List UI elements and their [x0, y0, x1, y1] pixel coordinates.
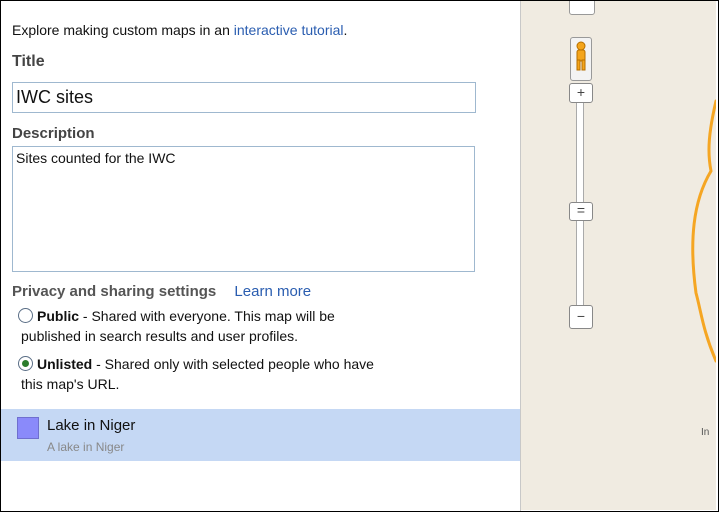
pan-control[interactable] — [569, 1, 595, 15]
learn-more-link[interactable]: Learn more — [234, 283, 311, 300]
intro-prefix: Explore making custom maps in an — [12, 22, 234, 38]
description-textarea[interactable]: Sites counted for the IWC — [12, 146, 475, 272]
layer-description: A lake in Niger — [47, 440, 125, 454]
title-label: Title — [12, 53, 45, 70]
layer-list-item[interactable]: Lake in Niger A lake in Niger — [1, 409, 520, 461]
map-place-label: In — [701, 427, 710, 438]
description-label: Description — [12, 125, 95, 142]
public-title: Public — [37, 308, 80, 324]
pegman-figure-icon — [576, 41, 586, 71]
tutorial-link[interactable]: interactive tutorial — [234, 22, 344, 38]
map-route — [691, 99, 716, 363]
privacy-settings-header: Privacy and sharing settings Learn more — [12, 283, 311, 300]
unlisted-line2: this map's URL. — [21, 376, 120, 392]
public-line1: - Shared with everyone. This map will be — [79, 308, 335, 324]
public-radio[interactable] — [18, 308, 33, 323]
unlisted-line1: - Shared only with selected people who h… — [92, 356, 374, 372]
zoom-in-button[interactable]: + — [569, 83, 593, 103]
privacy-option-public[interactable]: Public - Shared with everyone. This map … — [18, 306, 488, 346]
unlisted-radio[interactable] — [18, 356, 33, 371]
public-line2: published in search results and user pro… — [21, 328, 299, 344]
title-input[interactable]: IWC sites — [12, 82, 476, 113]
layer-color-swatch[interactable] — [17, 417, 39, 439]
unlisted-title: Unlisted — [37, 356, 93, 372]
zoom-out-button[interactable]: − — [569, 305, 593, 329]
intro-suffix: . — [343, 22, 348, 38]
privacy-label: Privacy and sharing settings — [12, 283, 217, 300]
intro-text: Explore making custom maps in an interac… — [12, 22, 347, 38]
layer-name[interactable]: Lake in Niger — [47, 417, 135, 434]
pegman-icon[interactable] — [570, 37, 592, 81]
privacy-option-unlisted[interactable]: Unlisted - Shared only with selected peo… — [18, 354, 488, 394]
zoom-slider-handle[interactable]: = — [569, 202, 593, 221]
map-view[interactable]: + = − In — [521, 1, 716, 510]
